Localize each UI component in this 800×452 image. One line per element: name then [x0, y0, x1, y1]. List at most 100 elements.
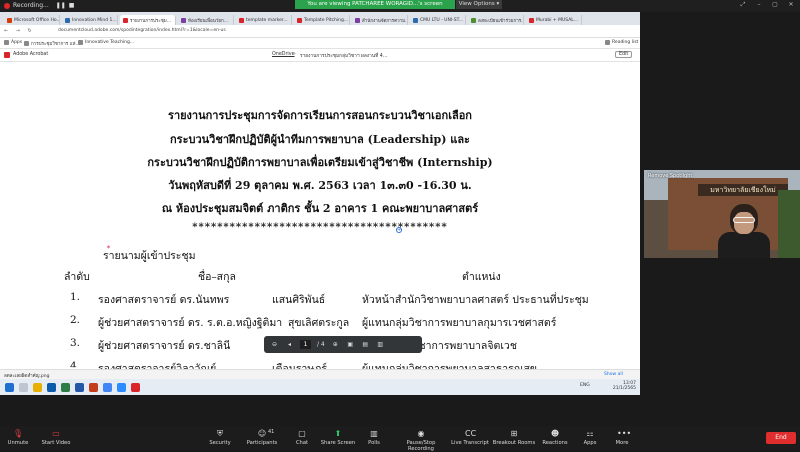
minimize-icon[interactable]: – — [754, 0, 764, 10]
browser-tab[interactable]: Template Pitching... — [294, 15, 350, 25]
participants-button[interactable]: ☺ 41 Participants — [240, 429, 284, 446]
explorer-icon[interactable] — [33, 382, 42, 392]
close-icon[interactable]: ✕ — [786, 0, 796, 10]
powerpoint-icon[interactable] — [89, 382, 98, 392]
zoom-in-icon[interactable]: ⊕ — [331, 341, 340, 348]
pause-stop-recording-button[interactable]: ◉ Pause/Stop Recording — [399, 429, 443, 452]
row-surname: แสนศิริพันธ์ — [272, 294, 326, 306]
participant-video[interactable]: มหาวิทยาลัยเชียงใหม่ Remove Spotlight — [644, 170, 800, 258]
word-icon[interactable] — [75, 382, 84, 392]
doc-title-line-3: กระบวนวิชาฝึกปฏิบัติการพยาบาลเพื่อเตรียม… — [147, 156, 493, 169]
breakout-rooms-button[interactable]: ⊞ Breakout Rooms — [492, 429, 536, 446]
maximize-icon[interactable]: ▢ — [770, 0, 780, 10]
toolbar-label: Chat — [295, 440, 309, 446]
star-divider: ****************************************… — [192, 222, 448, 233]
onedrive-link[interactable]: OneDrive — [272, 52, 295, 57]
zoom-out-icon[interactable]: ⊖ — [270, 341, 279, 348]
window-controls: ⤢ – ▢ ✕ — [738, 0, 796, 10]
tab-label: สำนักงานจัดการความ... — [362, 18, 408, 24]
reading-list-icon — [605, 40, 610, 45]
url-field[interactable]: documentcloud.adobe.com/spodintegration/… — [58, 28, 598, 35]
toolbar-label: Security — [209, 440, 231, 446]
stop-icon[interactable]: ■ — [69, 2, 75, 9]
start-icon[interactable] — [5, 382, 14, 392]
tab-label: Template Pitching... — [304, 17, 349, 23]
remove-spotlight-label[interactable]: Remove Spotlight — [648, 173, 692, 179]
bookmarks-bar: Apps การประชุมวิชาการ แห่... Innovative … — [0, 38, 640, 49]
toolbar-label: Share Screen — [320, 440, 356, 446]
tab-label: Murabi + MUSAL... — [536, 17, 579, 23]
edit-button[interactable]: Edit — [615, 51, 633, 58]
browser-tab-bar: Microsoft Office Ho... Innovation Mind 1.… — [0, 12, 640, 38]
toolbar-label: Pause/Stop Recording — [406, 440, 436, 452]
polls-button[interactable]: ▥ Polls — [352, 429, 396, 446]
browser-tab[interactable]: template marker... — [236, 15, 292, 25]
address-bar: ← → ↻ documentcloud.adobe.com/spodintegr… — [0, 25, 640, 38]
excel-icon[interactable] — [61, 382, 70, 392]
fullscreen-icon[interactable]: ⤢ — [738, 0, 748, 10]
acrobat-icon[interactable] — [131, 382, 140, 392]
show-all-button[interactable]: Show all — [604, 372, 623, 377]
tab-label: template marker... — [246, 17, 288, 23]
browser-tab[interactable]: Murabi + MUSAL... — [526, 15, 582, 25]
download-item[interactable]: ลดละเลยผิดสำคัญ.png — [4, 372, 49, 379]
polls-icon: ▥ — [370, 429, 378, 438]
single-page-icon[interactable]: ▤ — [361, 341, 370, 348]
chrome-icon[interactable] — [103, 382, 112, 392]
nav-buttons-icon[interactable]: ← → ↻ — [4, 28, 35, 34]
toolbar-label: Polls — [368, 440, 380, 446]
fit-page-icon[interactable]: ▣ — [346, 341, 355, 348]
bookmark-label: การประชุมวิชาการ แห่... — [31, 42, 80, 47]
acrobat-app-name: Adobe Acrobat — [13, 52, 49, 57]
cc-icon: CC — [465, 429, 477, 438]
add-comment-icon[interactable]: + — [396, 227, 402, 233]
end-meeting-button[interactable]: End — [766, 432, 796, 444]
page-navigation-bar: ⊖ ◂ 1 / 4 ⊕ ▣ ▤ ▥ — [264, 336, 422, 353]
reading-list-label: Reading list — [612, 40, 639, 45]
browser-tab[interactable]: สำนักงานจัดการความ... — [352, 15, 408, 25]
record-icon: ◉ — [417, 429, 425, 438]
page-number-input[interactable]: 1 — [300, 340, 311, 349]
shared-screen: Microsoft Office Ho... Innovation Mind 1.… — [0, 12, 640, 395]
two-page-icon[interactable]: ▥ — [376, 341, 385, 348]
row-no: 2. — [70, 314, 81, 326]
bookmark-icon — [78, 40, 83, 45]
breakout-icon: ⊞ — [510, 429, 518, 438]
zoom-app-icon[interactable] — [117, 382, 126, 392]
bookmark-teaching[interactable]: Innovative Teaching... — [78, 40, 134, 45]
download-bar: ลดละเลยผิดสำคัญ.png Show all — [0, 369, 640, 379]
more-button[interactable]: ••• More — [600, 429, 644, 446]
start-video-button[interactable]: ▭ Start Video — [34, 429, 78, 446]
language-indicator[interactable]: ENG — [580, 383, 590, 388]
row-position: ผู้แทนกลุ่มวิชาการพยาบาลกุมารเวชศาสตร์ — [362, 317, 557, 329]
col-name: ชื่อ–สกุล — [198, 271, 236, 283]
bookmark-apps[interactable]: Apps — [4, 40, 22, 45]
row-name: รองศาสตราจารย์ ดร.นันทพร — [98, 294, 230, 306]
pause-icon[interactable]: ❚❚ — [56, 2, 66, 9]
toolbar-label: Apps — [583, 440, 597, 446]
browser-tab[interactable]: ลงทะเบียนเข้าร่วมการ... — [468, 15, 524, 25]
prev-page-icon[interactable]: ◂ — [285, 341, 294, 348]
record-dot-icon — [4, 2, 10, 9]
reading-list[interactable]: Reading list — [605, 40, 638, 45]
bookmark-conference[interactable]: การประชุมวิชาการ แห่... — [24, 40, 80, 47]
col-position: ตำแหน่ง — [462, 271, 501, 283]
recording-indicator[interactable]: Recording... ❚❚ ■ — [4, 2, 74, 9]
view-options-button[interactable]: View Options ▾ — [456, 0, 502, 9]
search-icon[interactable] — [19, 382, 28, 392]
acrobat-logo-icon — [4, 52, 10, 58]
reactions-icon: ☻ — [550, 429, 560, 438]
browser-tab[interactable]: CMU LTU - UNI-ST... — [410, 15, 466, 25]
apps-grid-icon — [4, 40, 9, 45]
tab-label: ลงทะเบียนเข้าร่วมการ... — [478, 18, 524, 24]
browser-tab[interactable]: ห้องเรียนเพื่อนวัยก... — [178, 15, 234, 25]
live-transcript-button[interactable]: CC Live Transcript — [448, 429, 492, 446]
edge-icon[interactable] — [47, 382, 56, 392]
browser-tab[interactable]: รายงานการประชุม... — [120, 15, 176, 25]
security-button[interactable]: ⛨ Security — [198, 429, 242, 446]
browser-tab[interactable]: Microsoft Office Ho... — [4, 15, 60, 25]
browser-tab[interactable]: Innovation Mind 1... — [62, 15, 118, 25]
clock-date: 21/1/2565 — [612, 386, 636, 391]
row-surname: สุขเลิศตระกูล — [288, 317, 350, 329]
toolbar-label: Unmute — [7, 440, 29, 446]
